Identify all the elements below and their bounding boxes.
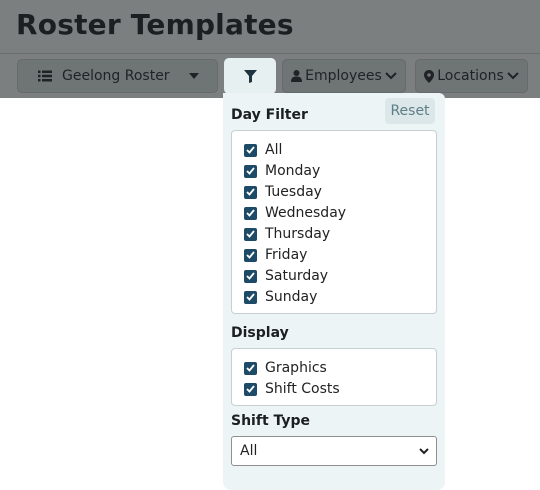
map-marker-icon [424, 69, 435, 83]
caret-down-icon [189, 73, 199, 79]
display-options-list: Graphics Shift Costs [231, 348, 437, 406]
check-icon [244, 382, 257, 396]
header-divider [0, 53, 540, 54]
display-option-label: Shift Costs [265, 381, 340, 397]
locations-label: Locations [437, 68, 504, 84]
employees-label: Employees [305, 68, 382, 84]
user-icon [291, 70, 303, 82]
check-icon [244, 185, 257, 199]
shift-type-select[interactable]: All [231, 436, 437, 466]
list-icon [38, 70, 52, 82]
day-option-saturday[interactable]: Saturday [244, 267, 328, 285]
day-option-label: Thursday [265, 226, 331, 242]
day-filter-title: Day Filter [231, 107, 308, 123]
chevron-down-icon [507, 72, 519, 80]
day-option-label: All [265, 142, 283, 158]
day-option-thursday[interactable]: Thursday [244, 225, 330, 243]
employees-button[interactable]: Employees [282, 59, 406, 93]
display-option-shift-costs[interactable]: Shift Costs [244, 380, 340, 398]
day-option-label: Monday [265, 163, 321, 179]
day-option-label: Saturday [265, 268, 329, 284]
check-icon [244, 164, 257, 178]
day-filter-list: All Monday Tuesday Wednesday Thursday Fr… [231, 130, 437, 314]
display-option-label: Graphics [265, 360, 327, 376]
day-option-monday[interactable]: Monday [244, 162, 320, 180]
chevron-down-icon [419, 447, 429, 455]
roster-select-button[interactable]: Geelong Roster [17, 59, 218, 93]
page-title: Roster Templates [16, 8, 294, 41]
day-option-label: Wednesday [265, 205, 347, 221]
day-option-sunday[interactable]: Sunday [244, 288, 317, 306]
locations-button[interactable]: Locations [415, 59, 528, 93]
day-option-wednesday[interactable]: Wednesday [244, 204, 346, 222]
display-title: Display [231, 325, 289, 341]
roster-select-label: Geelong Roster [62, 68, 170, 84]
day-option-tuesday[interactable]: Tuesday [244, 183, 322, 201]
check-icon [244, 227, 257, 241]
shift-type-value: All [240, 443, 258, 459]
reset-button[interactable]: Reset [385, 98, 435, 124]
filter-panel: Day Filter Reset All Monday Tuesday Wedn… [223, 93, 445, 490]
shift-type-title: Shift Type [231, 413, 311, 429]
day-option-label: Friday [265, 247, 308, 263]
day-option-label: Sunday [265, 289, 318, 305]
check-icon [244, 143, 257, 157]
check-icon [244, 206, 257, 220]
chevron-down-icon [385, 72, 397, 80]
filter-button[interactable] [224, 58, 276, 94]
check-icon [244, 269, 257, 283]
day-option-friday[interactable]: Friday [244, 246, 307, 264]
check-icon [244, 248, 257, 262]
check-icon [244, 290, 257, 304]
day-option-label: Tuesday [265, 184, 322, 200]
display-option-graphics[interactable]: Graphics [244, 359, 327, 377]
day-option-all[interactable]: All [244, 141, 282, 159]
filter-icon [243, 69, 257, 83]
check-icon [244, 361, 257, 375]
